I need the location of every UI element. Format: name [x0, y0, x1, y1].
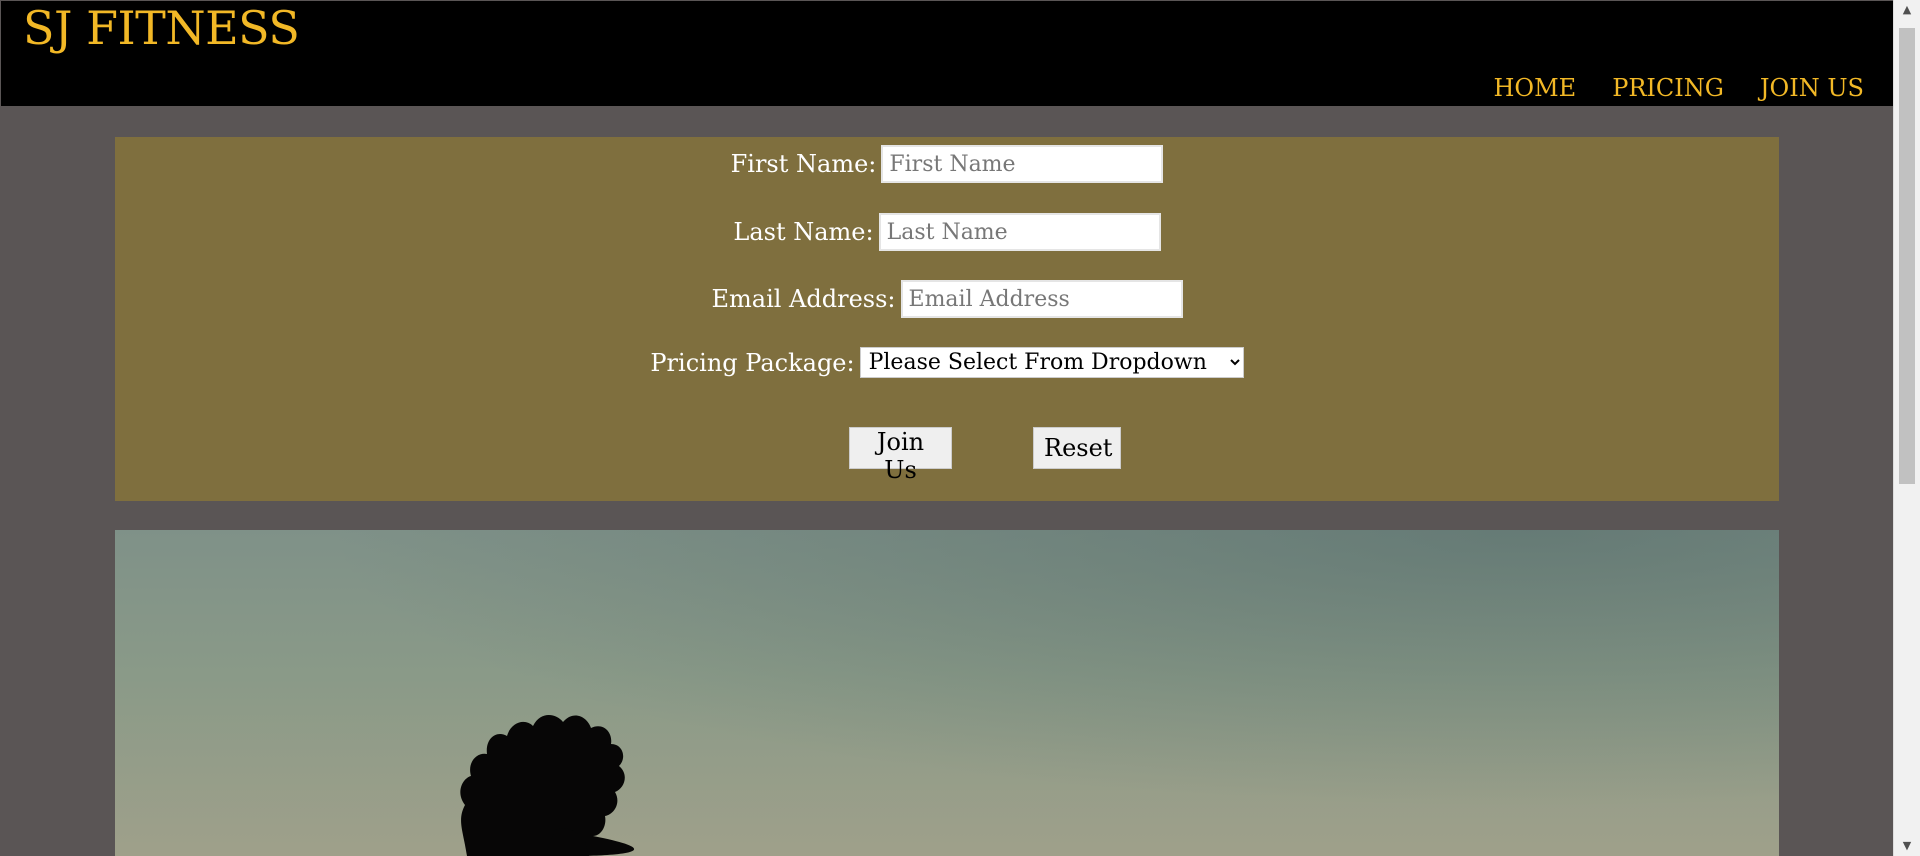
- hero-silhouette: [460, 715, 635, 856]
- package-row: Pricing Package: Please Select From Drop…: [115, 347, 1779, 378]
- first-name-row: First Name:: [115, 145, 1779, 183]
- reset-button[interactable]: Reset: [1033, 427, 1121, 469]
- hero-image: [115, 530, 1779, 856]
- scroll-up-icon[interactable]: ▲: [1894, 0, 1920, 20]
- site-header: SJ FITNESS HOME PRICING JOIN US: [1, 1, 1894, 106]
- package-label: Pricing Package:: [650, 348, 855, 377]
- last-name-row: Last Name:: [115, 213, 1779, 251]
- page: SJ FITNESS HOME PRICING JOIN US First Na…: [0, 0, 1920, 856]
- email-row: Email Address:: [115, 280, 1779, 318]
- join-form: First Name: Last Name: Email Address: Pr…: [115, 137, 1779, 501]
- join-us-button[interactable]: Join Us: [849, 427, 952, 484]
- vertical-scrollbar[interactable]: ▲ ▼: [1893, 0, 1920, 856]
- scroll-thumb[interactable]: [1899, 28, 1915, 484]
- first-name-input[interactable]: [881, 145, 1164, 183]
- nav-join-us-link[interactable]: JOIN US: [1760, 73, 1864, 103]
- email-label: Email Address:: [711, 285, 896, 313]
- first-name-label: First Name:: [730, 150, 877, 178]
- nav-home-link[interactable]: HOME: [1494, 73, 1577, 103]
- package-select[interactable]: Please Select From Dropdown: [859, 347, 1244, 378]
- site-logo[interactable]: SJ FITNESS: [23, 1, 300, 55]
- nav-pricing-link[interactable]: PRICING: [1612, 73, 1724, 103]
- scroll-down-icon[interactable]: ▼: [1894, 836, 1920, 856]
- main-nav: HOME PRICING JOIN US: [1494, 73, 1865, 103]
- last-name-label: Last Name:: [733, 218, 874, 246]
- email-input[interactable]: [900, 280, 1183, 318]
- last-name-input[interactable]: [878, 213, 1161, 251]
